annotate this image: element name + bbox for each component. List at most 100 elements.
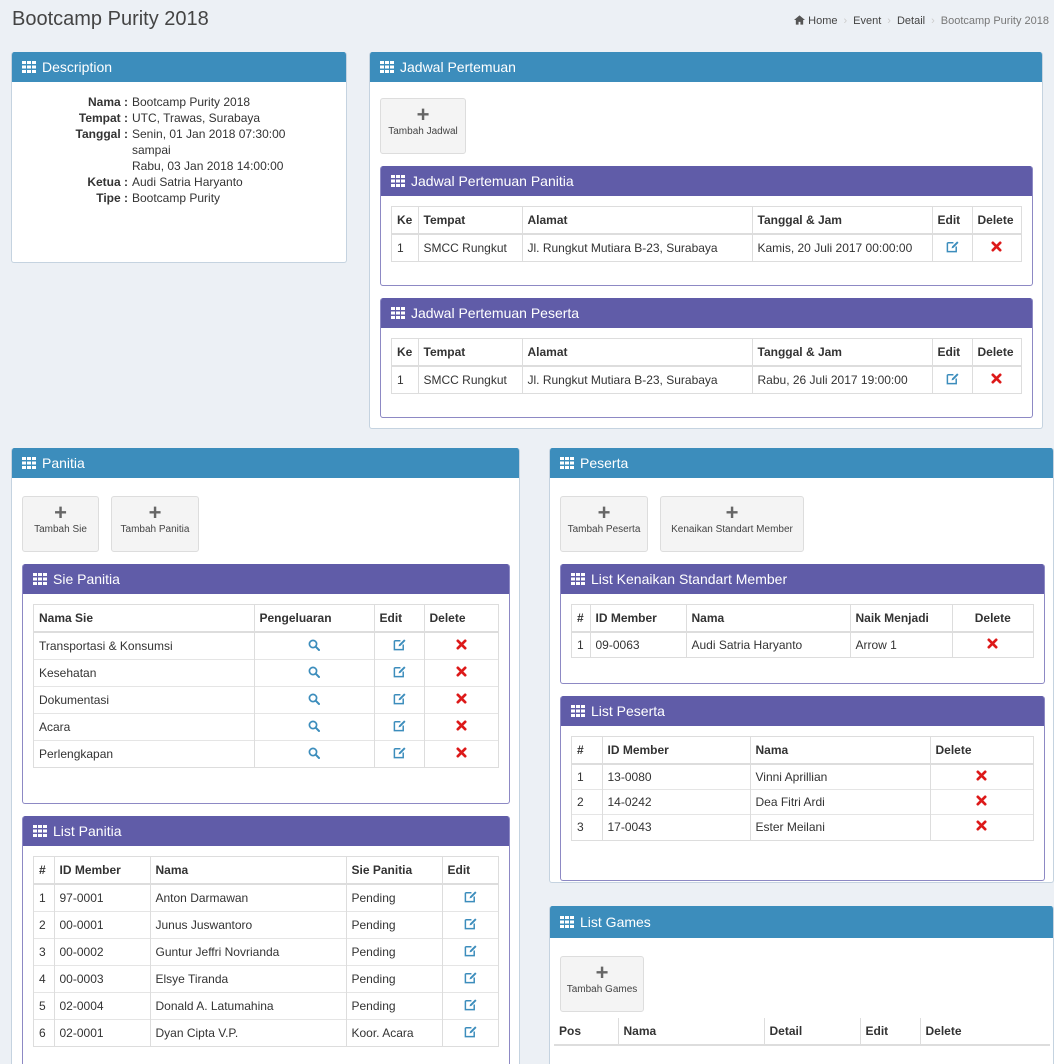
delete-button[interactable]: [929, 763, 1033, 790]
list-peserta-box: List Peserta # ID Member Nama Delete 1 13-00…: [560, 696, 1045, 881]
list-games-box: List Games + Tambah Games Pos Nama Detail E…: [549, 906, 1054, 1064]
sie-name: Acara: [34, 713, 254, 741]
delete-button[interactable]: [929, 814, 1033, 840]
delete-button[interactable]: [423, 631, 498, 660]
edit-button[interactable]: [373, 713, 424, 741]
table-cell: 14-0242: [601, 789, 750, 815]
tambah-panitia-button[interactable]: + Tambah Panitia: [111, 496, 199, 552]
table-cell: 17-0043: [601, 814, 750, 840]
edit-button[interactable]: [441, 938, 498, 966]
tambah-games-button[interactable]: + Tambah Games: [560, 956, 644, 1012]
description-row: Ketua : Audi Satria Haryanto: [22, 174, 336, 190]
edit-button[interactable]: [441, 965, 498, 993]
table-cell: 1: [34, 883, 54, 912]
tambah-sie-button[interactable]: + Tambah Sie: [22, 496, 99, 552]
edit-icon: [946, 372, 959, 385]
table-cell: SMCC Rungkut: [417, 365, 522, 393]
delete-button[interactable]: [423, 740, 498, 767]
tambah-jadwal-button[interactable]: + Tambah Jadwal: [380, 98, 466, 154]
list-panitia-header: List Panitia: [23, 816, 509, 846]
plus-icon: +: [595, 960, 609, 985]
table-row: 1 97-0001 Anton Darmawan Pending: [34, 883, 498, 912]
edit-button[interactable]: [441, 911, 498, 939]
table-cell: 2: [572, 789, 602, 815]
sie-panitia-table: Nama Sie Pengeluaran Edit Delete Transporta…: [34, 605, 498, 767]
table-row: 3 00-0002 Guntur Jeffri Novrianda Pending: [34, 938, 498, 966]
list-peserta-header: List Peserta: [561, 696, 1044, 726]
table-row: 1 SMCC Rungkut Jl. Rungkut Mutiara B-23, S…: [392, 233, 1021, 261]
table-cell: 2: [34, 911, 54, 939]
table-row: 2 14-0242 Dea Fitri Ardi: [572, 789, 1033, 815]
view-pengeluaran-button[interactable]: [253, 740, 374, 767]
delete-button[interactable]: [423, 686, 498, 714]
plus-icon: +: [54, 500, 67, 525]
table-icon: [33, 573, 47, 585]
tambah-peserta-button[interactable]: + Tambah Peserta: [560, 496, 648, 552]
sie-panitia-header: Sie Panitia: [23, 564, 509, 594]
delete-button[interactable]: [423, 713, 498, 741]
delete-button[interactable]: [423, 659, 498, 687]
view-pengeluaran-button[interactable]: [253, 631, 374, 660]
table-cell: Dyan Cipta V.P.: [149, 1019, 346, 1046]
edit-button[interactable]: [373, 659, 424, 687]
table-cell: Rabu, 26 Juli 2017 19:00:00: [751, 365, 932, 393]
edit-button[interactable]: [441, 992, 498, 1020]
breadcrumb-event[interactable]: Event: [848, 15, 886, 27]
jadwal-header: Jadwal Pertemuan: [370, 52, 1042, 82]
delete-icon: [456, 639, 467, 650]
breadcrumb-home[interactable]: Home: [789, 15, 842, 27]
column-header: Tempat: [417, 207, 522, 235]
edit-button[interactable]: [441, 1019, 498, 1046]
table-cell: Pending: [345, 883, 442, 912]
column-header: Edit: [931, 207, 972, 235]
view-pengeluaran-button[interactable]: [253, 659, 374, 687]
description-value: Audi Satria Haryanto: [132, 175, 243, 189]
edit-button[interactable]: [931, 365, 972, 393]
peserta-header: Peserta: [550, 448, 1053, 478]
table-row: 5 02-0004 Donald A. Latumahina Pending: [34, 992, 498, 1020]
column-header: #: [34, 857, 54, 885]
table-cell: SMCC Rungkut: [417, 233, 522, 261]
table-header-row: Pos Nama Detail Edit Delete: [554, 1018, 1050, 1046]
jadwal-panitia-table-wrap: Ke Tempat Alamat Tanggal & Jam Edit Delete 1S…: [391, 206, 1022, 262]
delete-button[interactable]: [971, 365, 1021, 393]
edit-button[interactable]: [373, 686, 424, 714]
description-key: Ketua :: [87, 175, 128, 189]
sie-panitia-box: Sie Panitia Nama Sie Pengeluaran Edit Delet…: [22, 564, 510, 804]
table-cell: Elsye Tiranda: [149, 965, 346, 993]
table-header-row: Ke Tempat Alamat Tanggal & Jam Edit Delete: [392, 207, 1021, 235]
edit-button[interactable]: [441, 883, 498, 912]
table-cell: Jl. Rungkut Mutiara B-23, Surabaya: [521, 365, 752, 393]
table-cell: 02-0001: [53, 1019, 150, 1046]
description-header: Description: [12, 52, 346, 82]
edit-button[interactable]: [931, 233, 972, 261]
plus-icon: +: [725, 500, 739, 525]
column-header: Delete: [971, 207, 1021, 235]
column-header: Alamat: [521, 339, 752, 367]
delete-icon: [991, 373, 1002, 384]
delete-button[interactable]: [929, 789, 1033, 815]
column-header: Ke: [392, 339, 418, 367]
delete-button[interactable]: [971, 233, 1021, 261]
table-row: Transportasi & Konsumsi: [34, 631, 498, 660]
table-cell: Jl. Rungkut Mutiara B-23, Surabaya: [521, 233, 752, 261]
table-row: 1 SMCC Rungkut Jl. Rungkut Mutiara B-23, S…: [392, 365, 1021, 393]
column-header: Nama: [685, 605, 850, 633]
edit-button[interactable]: [373, 631, 424, 660]
column-header: Alamat: [521, 207, 752, 235]
edit-icon: [393, 638, 406, 651]
sie-panitia-table-wrap: Nama Sie Pengeluaran Edit Delete Transporta…: [33, 604, 499, 768]
column-header: Sie Panitia: [345, 857, 442, 885]
breadcrumb-detail[interactable]: Detail: [892, 15, 930, 27]
table-cell: 1: [392, 365, 418, 393]
table-cell: 00-0001: [53, 911, 150, 939]
jadwal-peserta-table: Ke Tempat Alamat Tanggal & Jam Edit Delete 1S…: [392, 339, 1021, 393]
table-row: 3 17-0043 Ester Meilani: [572, 814, 1033, 840]
edit-button[interactable]: [373, 740, 424, 767]
delete-button[interactable]: [951, 631, 1033, 657]
view-pengeluaran-button[interactable]: [253, 686, 374, 714]
table-row: Kesehatan: [34, 659, 498, 687]
description-row: Tempat : UTC, Trawas, Surabaya: [22, 110, 336, 126]
kenaikan-standart-member-button[interactable]: + Kenaikan Standart Member: [660, 496, 804, 552]
view-pengeluaran-button[interactable]: [253, 713, 374, 741]
